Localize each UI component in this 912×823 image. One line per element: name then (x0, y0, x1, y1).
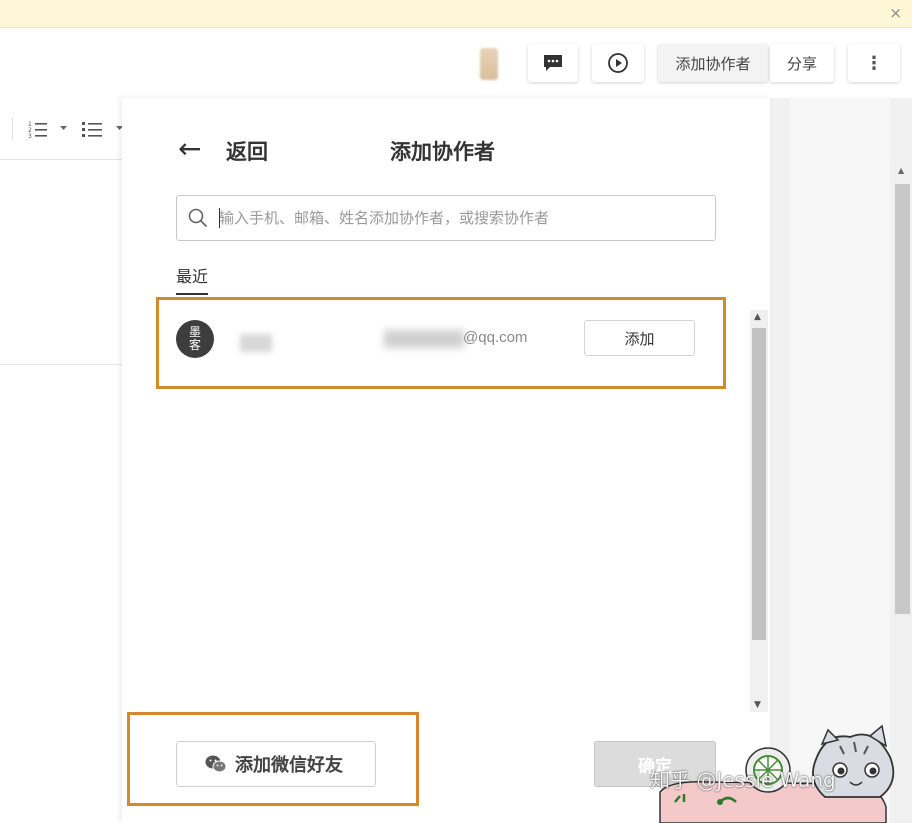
collaborator-search-input[interactable] (219, 206, 699, 230)
notice-bar: × (0, 0, 912, 28)
collaborator-search-box[interactable] (176, 195, 716, 241)
bullet-list-icon[interactable] (82, 120, 104, 138)
document-area-left (0, 160, 122, 823)
svg-text:3: 3 (28, 133, 32, 138)
document-divider (0, 364, 122, 365)
scroll-up-icon[interactable]: ▲ (898, 166, 904, 175)
more-options-icon[interactable]: ⋮ (848, 44, 900, 82)
current-user-avatar[interactable] (480, 48, 498, 80)
panel-scroll-thumb[interactable] (752, 328, 766, 640)
panel-scroll-down-icon[interactable]: ▼ (754, 700, 761, 710)
highlight-recent-user (156, 297, 726, 389)
watermark-text: 知乎 @Jessie Wang (650, 768, 836, 792)
notice-close-icon[interactable]: × (889, 4, 902, 22)
highlight-wechat-button (127, 712, 419, 806)
present-button[interactable] (592, 44, 644, 82)
panel-scrollbar[interactable]: ▲ ▼ (750, 310, 768, 712)
back-button[interactable]: 返回 (226, 136, 268, 166)
comment-icon (544, 55, 562, 71)
document-page-right (790, 98, 890, 823)
tab-recent[interactable]: 最近 (176, 263, 209, 295)
play-icon (608, 53, 628, 73)
comment-button[interactable] (528, 44, 578, 82)
share-button[interactable]: 分享 (770, 44, 834, 82)
add-collaborator-button[interactable]: 添加协作者 (658, 44, 768, 82)
editor-toolbar: 1 2 3 (0, 98, 123, 160)
ordered-list-icon[interactable]: 1 2 3 (28, 120, 48, 138)
document-scroll-thumb[interactable] (895, 184, 910, 614)
popover-caret (706, 84, 726, 94)
text-cursor (219, 208, 220, 228)
search-icon (188, 208, 207, 227)
panel-title: 添加协作者 (390, 140, 495, 164)
toolbar-divider (12, 118, 13, 140)
ordered-list-dropdown-icon[interactable] (60, 126, 67, 131)
back-arrow-icon[interactable]: ← (178, 134, 201, 164)
panel-scroll-up-icon[interactable]: ▲ (754, 312, 761, 322)
